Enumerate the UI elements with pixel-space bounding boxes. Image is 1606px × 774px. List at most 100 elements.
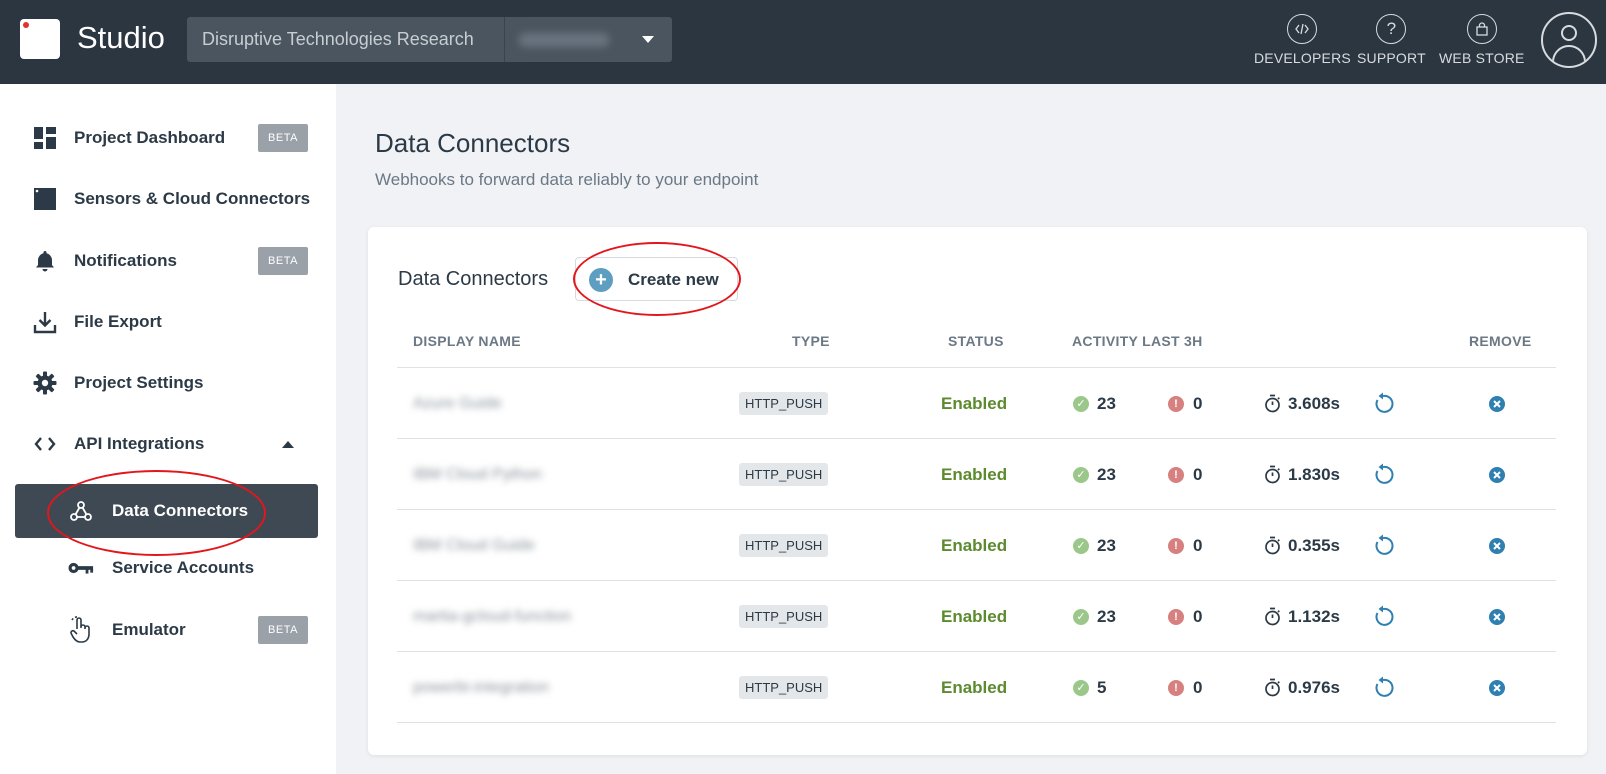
retry-button[interactable] [1371, 510, 1395, 581]
type-label: HTTP_PUSH [739, 534, 829, 557]
retry-button[interactable] [1371, 368, 1395, 439]
type-badge: HTTP_PUSH [739, 510, 829, 581]
project-selector[interactable]: Disruptive Technologies Research [187, 17, 672, 62]
sidebar: Project Dashboard BETA Sensors & Cloud C… [0, 84, 336, 774]
table-row[interactable]: IBM Cloud Python HTTP_PUSH Enabled ✓ 23 … [397, 439, 1556, 510]
close-circle-icon [1489, 679, 1505, 696]
latency: 3.608s [1264, 368, 1340, 439]
success-value: 23 [1097, 535, 1116, 555]
remove-button[interactable] [1488, 368, 1506, 439]
sidebar-item-data-connectors[interactable]: Data Connectors [15, 484, 318, 538]
type-label: HTTP_PUSH [739, 605, 829, 628]
sidebar-item-label: Service Accounts [112, 558, 255, 577]
table-row[interactable]: powerbi-integration HTTP_PUSH Enabled ✓ … [397, 652, 1556, 723]
table-row[interactable]: IBM Cloud Guide HTTP_PUSH Enabled ✓ 23 !… [397, 510, 1556, 581]
error-value: 0 [1193, 393, 1203, 413]
stopwatch-icon [1265, 678, 1280, 697]
table-row[interactable]: martia-gcloud-function HTTP_PUSH Enabled… [397, 581, 1556, 652]
project-name: Disruptive Technologies Research [187, 17, 505, 62]
connector-name[interactable]: martia-gcloud-function [413, 581, 571, 652]
status-text: Enabled [941, 464, 1008, 484]
dashboard-icon [32, 125, 58, 151]
code-icon [1287, 14, 1318, 44]
sidebar-item-api-integrations[interactable]: API Integrations [0, 419, 336, 469]
check-circle-icon: ✓ [1073, 395, 1089, 412]
success-count: ✓ 5 [1073, 652, 1106, 723]
sidebar-item-sensors[interactable]: Sensors & Cloud Connectors [0, 174, 336, 224]
nav-web-store[interactable]: WEB STORE [1439, 14, 1525, 66]
table-row[interactable]: Azure Guide HTTP_PUSH Enabled ✓ 23 ! 0 3… [397, 368, 1556, 439]
col-header-status: STATUS [948, 333, 1004, 349]
remove-button[interactable] [1488, 439, 1506, 510]
sidebar-item-emulator[interactable]: Emulator BETA [0, 605, 336, 655]
type-badge: HTTP_PUSH [739, 581, 829, 652]
connector-name[interactable]: Azure Guide [413, 368, 502, 439]
error-value: 0 [1193, 677, 1203, 697]
sidebar-item-label: Data Connectors [112, 501, 249, 520]
connector-name[interactable]: IBM Cloud Guide [413, 510, 535, 581]
beta-badge: BETA [258, 616, 308, 644]
latency: 1.132s [1264, 581, 1340, 652]
retry-button[interactable] [1371, 439, 1395, 510]
refresh-icon [1375, 676, 1394, 697]
type-label: HTTP_PUSH [739, 463, 829, 486]
sidebar-item-service-accounts[interactable]: Service Accounts [0, 543, 336, 593]
latency-value: 1.830s [1288, 464, 1340, 484]
sensor-icon [32, 186, 58, 212]
download-icon [32, 309, 58, 335]
chevron-up-icon[interactable] [282, 440, 294, 448]
check-circle-icon: ✓ [1073, 608, 1089, 625]
sidebar-item-notifications[interactable]: Notifications BETA [0, 236, 336, 286]
status-text: Enabled [941, 393, 1008, 413]
error-count: ! 0 [1168, 581, 1202, 652]
col-header-display-name: DISPLAY NAME [413, 333, 521, 349]
col-header-remove: REMOVE [1469, 333, 1532, 349]
user-avatar[interactable] [1541, 12, 1597, 68]
col-header-type: TYPE [792, 333, 830, 349]
type-badge: HTTP_PUSH [739, 439, 829, 510]
success-value: 5 [1097, 677, 1107, 697]
alert-circle-icon: ! [1168, 466, 1184, 483]
error-count: ! 0 [1168, 439, 1202, 510]
connector-name[interactable]: powerbi-integration [413, 652, 549, 723]
touch-icon [68, 616, 94, 643]
page-title: Data Connectors [375, 128, 571, 158]
latency-value: 3.608s [1288, 393, 1340, 413]
remove-button[interactable] [1488, 510, 1506, 581]
nav-support[interactable]: ? SUPPORT [1357, 14, 1426, 66]
retry-button[interactable] [1371, 652, 1395, 723]
remove-button[interactable] [1488, 652, 1506, 723]
success-value: 23 [1097, 464, 1116, 484]
stopwatch-icon [1265, 465, 1280, 484]
sidebar-item-label: Project Dashboard [74, 128, 226, 147]
nav-developers[interactable]: DEVELOPERS [1254, 14, 1351, 66]
create-new-label: Create new [628, 270, 719, 289]
sidebar-item-file-export[interactable]: File Export [0, 297, 336, 347]
sidebar-item-label: Sensors & Cloud Connectors [74, 189, 311, 208]
latency: 0.976s [1264, 652, 1340, 723]
check-circle-icon: ✓ [1073, 537, 1089, 554]
code-brackets-icon [32, 431, 58, 457]
refresh-icon [1375, 392, 1394, 413]
type-label: HTTP_PUSH [739, 392, 829, 415]
close-circle-icon [1489, 395, 1505, 412]
sidebar-item-label: Notifications [74, 251, 177, 270]
sidebar-item-project-settings[interactable]: Project Settings [0, 358, 336, 408]
type-badge: HTTP_PUSH [739, 652, 829, 723]
status-text: Enabled [941, 677, 1008, 697]
success-value: 23 [1097, 393, 1116, 413]
connector-name[interactable]: IBM Cloud Python [413, 439, 542, 510]
remove-button[interactable] [1488, 581, 1506, 652]
error-count: ! 0 [1168, 510, 1202, 581]
studio-logo[interactable] [20, 19, 60, 59]
retry-button[interactable] [1371, 581, 1395, 652]
success-value: 23 [1097, 606, 1116, 626]
create-new-button[interactable]: + Create new [575, 257, 738, 301]
alert-circle-icon: ! [1168, 608, 1184, 625]
sidebar-item-project-dashboard[interactable]: Project Dashboard BETA [0, 113, 336, 163]
status-text: Enabled [941, 535, 1008, 555]
stopwatch-icon [1265, 394, 1280, 413]
success-count: ✓ 23 [1073, 581, 1116, 652]
sidebar-item-label: Project Settings [74, 373, 204, 392]
check-circle-icon: ✓ [1073, 466, 1089, 483]
